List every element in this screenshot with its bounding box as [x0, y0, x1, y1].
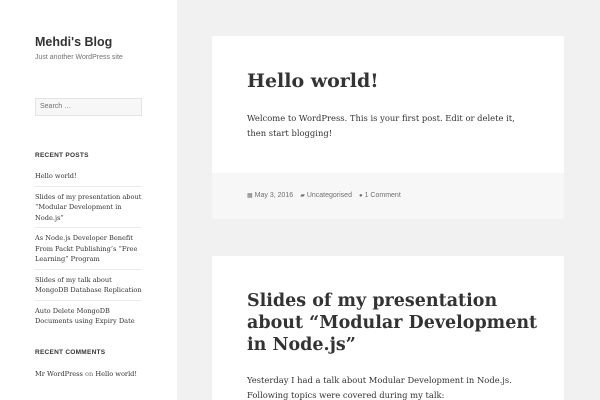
post-title[interactable]: Slides of my presentation about “Modular…	[247, 290, 547, 356]
post-card: Hello world! Welcome to WordPress. This …	[212, 36, 564, 219]
recent-comments-heading: RECENT COMMENTS	[35, 349, 106, 356]
folder-icon: ▰	[300, 193, 305, 199]
post-comments[interactable]: ● 1 Comment	[359, 192, 401, 199]
post-date-text: May 3, 2016	[254, 192, 294, 199]
calendar-icon: ▦	[247, 193, 253, 199]
sidebar: Mehdi's Blog Just another WordPress site…	[0, 0, 177, 400]
recent-posts-heading: RECENT POSTS	[35, 152, 89, 159]
recent-posts-list: Hello world! Slides of my presentation a…	[35, 170, 142, 335]
search-input[interactable]: Search …	[35, 98, 142, 116]
site-title[interactable]: Mehdi's Blog	[35, 35, 112, 49]
post-title[interactable]: Hello world!	[247, 70, 379, 92]
post-content: Yesterday I had a talk about Modular Dev…	[247, 375, 512, 400]
post-content: Welcome to WordPress. This is your first…	[247, 113, 515, 138]
recent-comment: Mr WordPress on Hello world!	[35, 370, 137, 378]
recent-post-link[interactable]: Slides of my talk about MongoDB Database…	[35, 274, 142, 301]
post-meta: ▦ May 3, 2016 ▰ Uncategorised ● 1 Comment	[247, 192, 401, 199]
comment-on-text: on	[85, 370, 94, 378]
comment-post-link[interactable]: Hello world!	[95, 370, 137, 378]
comment-icon: ●	[358, 193, 363, 199]
recent-post-link[interactable]: Auto Delete MongoDB Documents using Expi…	[35, 305, 142, 331]
site-description: Just another WordPress site	[35, 54, 123, 61]
recent-post-link[interactable]: As Node.js Developer Benefit From Packt …	[35, 232, 142, 270]
post-comments-text: 1 Comment	[364, 192, 401, 199]
post-category-text: Uncategorised	[306, 192, 352, 199]
recent-post-link[interactable]: Slides of my presentation about “Modular…	[35, 191, 142, 228]
recent-post-link[interactable]: Hello world!	[35, 170, 142, 187]
post-date[interactable]: ▦ May 3, 2016	[247, 192, 293, 199]
post-category[interactable]: ▰ Uncategorised	[300, 192, 352, 199]
comment-author-link[interactable]: Mr WordPress	[35, 370, 83, 378]
post-card: Slides of my presentation about “Modular…	[212, 256, 564, 400]
